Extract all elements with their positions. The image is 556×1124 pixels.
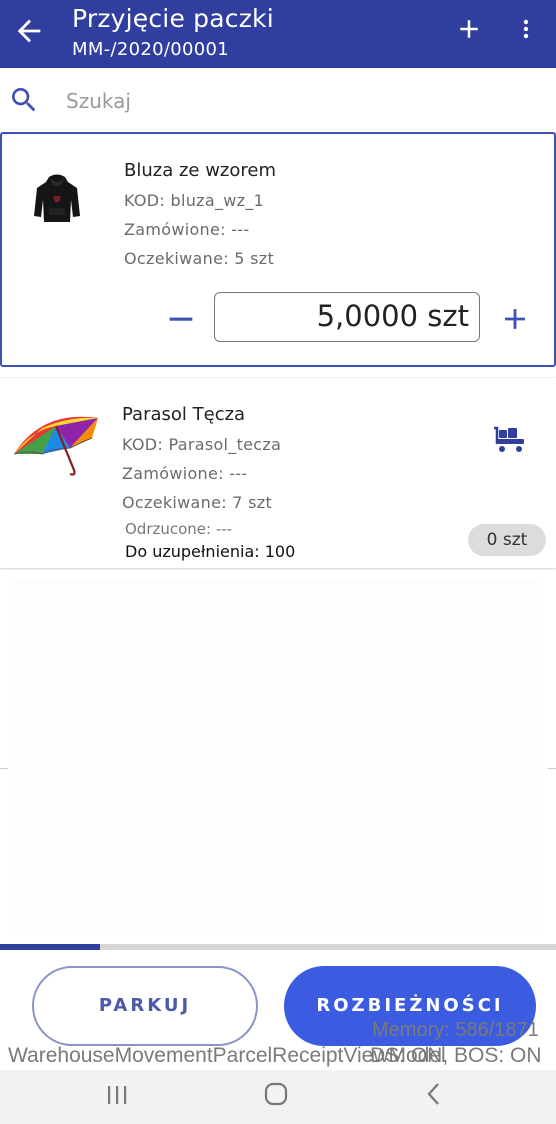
park-button[interactable]: PARKUJ: [32, 966, 258, 1046]
hoodie-image: [34, 174, 80, 222]
debug-memory-text: Memory: 586/1871: [372, 1019, 539, 1041]
recents-icon[interactable]: [104, 1082, 130, 1108]
more-vert-icon[interactable]: [514, 14, 538, 44]
item-ordered: Zamówione: ---: [122, 464, 248, 483]
back-arrow-icon[interactable]: [12, 14, 46, 48]
system-nav-bar: [0, 1070, 556, 1124]
item-code: KOD: bluza_wz_1: [124, 191, 265, 210]
list-item[interactable]: Bluza ze wzorem KOD: bluza_wz_1 Zamówion…: [0, 132, 556, 367]
item-expected: Oczekiwane: 5 szt: [124, 249, 275, 268]
decrease-quantity-button[interactable]: [164, 302, 198, 336]
progress-fill: [0, 944, 101, 950]
search-bar: [0, 68, 556, 132]
app-bar: Przyjęcie paczki MM-/2020/00001: [0, 0, 556, 68]
search-icon: [12, 88, 36, 112]
search-input[interactable]: [66, 86, 526, 116]
add-icon[interactable]: [454, 14, 484, 44]
quantity-field[interactable]: 5,0000 szt: [214, 292, 480, 342]
empty-list-area: [14, 580, 542, 935]
home-icon[interactable]: [262, 1080, 290, 1108]
item-to-fill: Do uzupełnienia: 100: [125, 542, 296, 561]
item-code: KOD: Parasol_tecza: [122, 435, 282, 454]
increase-quantity-button[interactable]: [498, 302, 532, 336]
cart-icon[interactable]: [492, 422, 528, 456]
screen: Przyjęcie paczki MM-/2020/00001 Bluza ze…: [0, 0, 556, 1124]
divider: [548, 768, 556, 769]
list-item[interactable]: Parasol Tęcza KOD: Parasol_tecza Zamówio…: [0, 378, 556, 568]
umbrella-image: [13, 416, 98, 476]
document-number: MM-/2020/00001: [72, 39, 229, 60]
item-name: Parasol Tęcza: [122, 404, 246, 425]
item-rejected: Odrzucone: ---: [125, 520, 233, 538]
item-expected: Oczekiwane: 7 szt: [122, 493, 273, 512]
item-name: Bluza ze wzorem: [124, 160, 276, 181]
page-title: Przyjęcie paczki: [72, 4, 274, 33]
debug-flags-text: DS: ON, BOS: ON: [370, 1044, 542, 1067]
progress-bar: [0, 944, 556, 950]
divider: [0, 768, 8, 769]
nav-back-icon[interactable]: [422, 1080, 446, 1108]
item-ordered: Zamówione: ---: [124, 220, 250, 239]
count-badge: 0 szt: [468, 524, 546, 556]
